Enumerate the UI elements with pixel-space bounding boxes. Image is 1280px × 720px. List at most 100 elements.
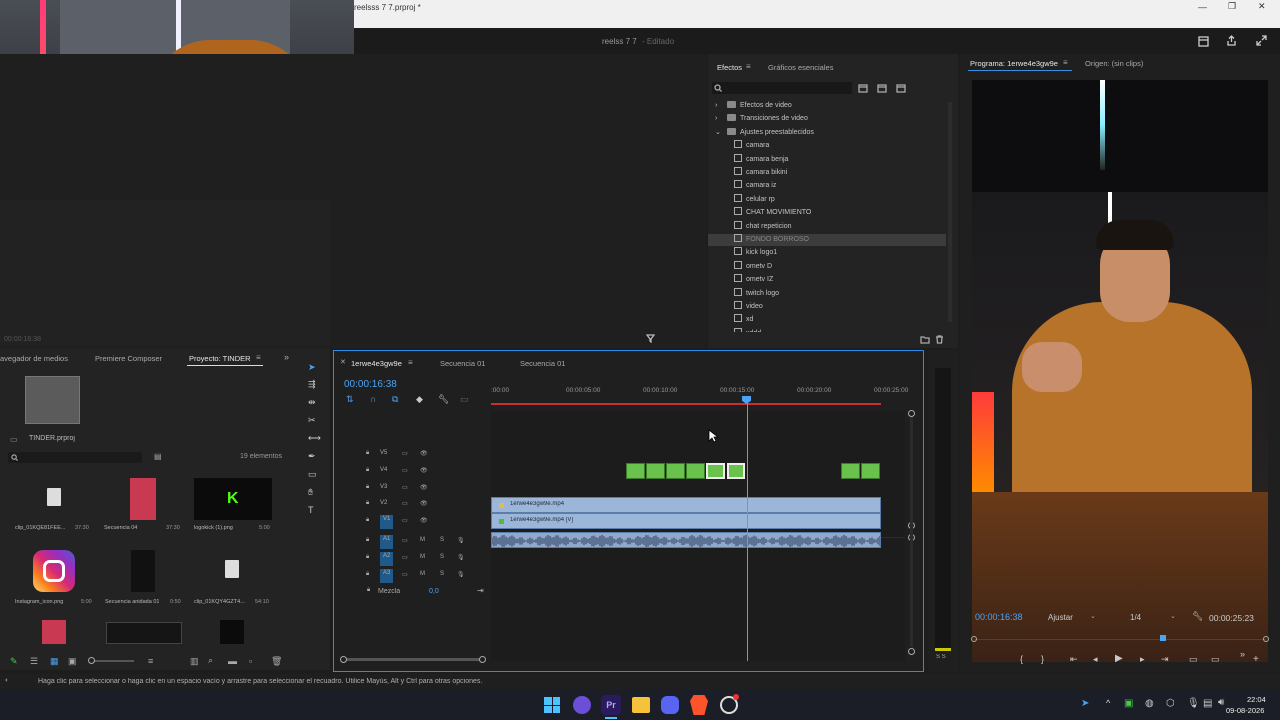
effects-preset[interactable]: video bbox=[708, 301, 946, 313]
eye-icon[interactable]: 👁︎ bbox=[420, 450, 428, 457]
microphone-icon[interactable]: 🎙︎ bbox=[457, 571, 465, 578]
new-bin-icon[interactable]: ▬ bbox=[228, 656, 237, 666]
graphic-clip[interactable] bbox=[666, 463, 685, 479]
trash-icon[interactable] bbox=[935, 335, 944, 344]
go-to-out-icon[interactable]: ⇥ bbox=[1161, 654, 1169, 665]
pen-tool-icon[interactable]: ✒ bbox=[308, 451, 316, 462]
eye-icon[interactable]: 👁︎ bbox=[420, 467, 428, 474]
sync-lock-icon[interactable]: ▭ bbox=[402, 484, 408, 491]
discord-icon[interactable] bbox=[661, 696, 679, 714]
scrubber-in-point[interactable] bbox=[971, 636, 977, 642]
share-icon[interactable] bbox=[1226, 35, 1237, 46]
add-button-icon[interactable]: + bbox=[1253, 654, 1259, 665]
track-target[interactable]: V1 bbox=[380, 515, 394, 530]
go-to-in-icon[interactable]: ⇤ bbox=[1070, 654, 1078, 665]
effects-preset[interactable]: chat repeticion bbox=[708, 220, 946, 233]
linked-selection-icon[interactable]: ⧉ bbox=[392, 394, 398, 405]
icon-view-icon[interactable]: ▦ bbox=[50, 656, 59, 667]
track-target[interactable]: V5 bbox=[380, 450, 387, 456]
sort-icon[interactable]: ≡ bbox=[148, 656, 153, 666]
clock-date[interactable]: 09-08-2026 bbox=[1226, 706, 1264, 715]
tab-sequence[interactable]: Secuencia 01 bbox=[440, 359, 485, 368]
project-item[interactable]: Secuencia anidada 01 0:50 bbox=[104, 548, 184, 608]
track-target[interactable]: V2 bbox=[380, 500, 387, 506]
clock-time[interactable]: 22:04 bbox=[1247, 695, 1266, 704]
lock-icon[interactable]: 🔒︎ bbox=[366, 500, 369, 507]
sync-lock-icon[interactable]: ▭ bbox=[402, 500, 408, 507]
lock-icon[interactable]: 🔒︎ bbox=[366, 467, 369, 474]
audio-meter-label[interactable]: S S bbox=[936, 654, 946, 660]
slip-tool-icon[interactable]: ⟷ bbox=[308, 433, 321, 444]
snap-icon[interactable]: ∩ bbox=[370, 394, 376, 404]
more-panels-icon[interactable]: » bbox=[284, 352, 289, 362]
menu-icon[interactable]: ≡ bbox=[746, 62, 751, 71]
selection-tool-icon[interactable]: ➤ bbox=[308, 362, 316, 373]
premiere-icon[interactable]: Pr bbox=[601, 695, 621, 715]
playhead-marker[interactable] bbox=[1160, 635, 1166, 641]
track-target[interactable]: A3 bbox=[380, 568, 394, 583]
effects-folder[interactable]: › Efectos de video bbox=[708, 100, 946, 112]
mark-in-icon[interactable]: { bbox=[1020, 654, 1023, 664]
nest-icon[interactable]: ⇅ bbox=[346, 394, 354, 405]
tab-sequence[interactable]: Secuencia 01 bbox=[520, 359, 565, 368]
tray-app-icon[interactable]: ➤ bbox=[1081, 698, 1089, 709]
effects-folder[interactable]: ⌄ Ajustes preestablecidos bbox=[708, 127, 946, 139]
effects-preset[interactable]: kick logo1 bbox=[708, 247, 946, 259]
track-output-icon[interactable]: ▭ bbox=[402, 537, 408, 544]
mix-end-icon[interactable]: ⇥ bbox=[477, 586, 484, 595]
tab-effects[interactable]: Efectos bbox=[717, 63, 742, 72]
more-icon[interactable]: » bbox=[1240, 649, 1245, 659]
sync-lock-icon[interactable]: ▭ bbox=[402, 467, 408, 474]
effects-preset[interactable]: celular rp bbox=[708, 193, 946, 206]
effects-preset[interactable]: camara bbox=[708, 140, 946, 152]
tab-essential-graphics[interactable]: Gráficos esenciales bbox=[768, 63, 833, 72]
solo-button[interactable]: S bbox=[440, 537, 444, 543]
hscroll-end[interactable] bbox=[479, 656, 486, 663]
fit-select[interactable]: Ajustar bbox=[1048, 613, 1073, 622]
track-target[interactable]: A1 bbox=[380, 535, 394, 549]
effects-preset[interactable]: ometv D bbox=[708, 260, 946, 273]
lock-icon[interactable]: 🔒︎ bbox=[366, 554, 369, 561]
chevron-icon[interactable]: › bbox=[715, 113, 727, 125]
chevron-up-icon[interactable]: ^ bbox=[1106, 698, 1110, 708]
chevron-down-icon[interactable]: ⌄ bbox=[1170, 612, 1176, 620]
mute-button[interactable]: M bbox=[420, 537, 425, 543]
close-button[interactable]: ✕ bbox=[1258, 1, 1266, 12]
accelerated-effects-icon[interactable] bbox=[858, 84, 868, 93]
zoom-slider-knob[interactable] bbox=[88, 657, 95, 664]
video-clip-v2[interactable]: 1erwe4e3gw9e.mp4 bbox=[491, 497, 881, 513]
tray-app-icon[interactable]: ⬡ bbox=[1166, 698, 1175, 709]
graphic-clip[interactable] bbox=[706, 463, 725, 479]
network-icon[interactable]: ▤ bbox=[1203, 698, 1212, 709]
tab-media-browser[interactable]: avegador de medios bbox=[0, 354, 68, 363]
timeline-hscroll[interactable] bbox=[343, 658, 483, 661]
tray-app-icon[interactable]: ◍ bbox=[1145, 698, 1154, 709]
lift-icon[interactable]: ▭ bbox=[1189, 654, 1198, 665]
project-item[interactable]: Secuencia 04 37:30 bbox=[104, 478, 184, 534]
effects-preset[interactable]: ometv IZ bbox=[708, 274, 946, 286]
video-clip-v1[interactable]: 1erwe4e3gw9e.mp4 [V] bbox=[491, 513, 881, 529]
project-item[interactable]: K logokick (1).png 5:00 bbox=[193, 478, 273, 534]
lock-icon[interactable]: 🔒︎ bbox=[366, 537, 369, 544]
solo-button[interactable]: S bbox=[440, 571, 444, 577]
automate-icon[interactable]: ▥ bbox=[190, 656, 199, 667]
zoom-slider[interactable] bbox=[88, 657, 134, 664]
brave-icon[interactable] bbox=[690, 695, 708, 715]
lock-icon[interactable]: 🔒︎ bbox=[366, 571, 369, 578]
graphic-clip[interactable] bbox=[861, 463, 880, 479]
play-icon[interactable]: ▶ bbox=[1115, 653, 1123, 664]
hscroll-start[interactable] bbox=[340, 656, 347, 663]
quality-select[interactable]: 1/4 bbox=[1130, 613, 1141, 622]
new-item-icon[interactable]: ▫ bbox=[249, 656, 252, 666]
effects-preset[interactable]: camara iz bbox=[708, 180, 946, 192]
type-tool-icon[interactable]: T bbox=[308, 505, 314, 515]
solo-button[interactable]: S bbox=[440, 554, 444, 560]
filter-icon[interactable] bbox=[646, 334, 655, 343]
tab-source[interactable]: Origen: (sin clips) bbox=[1085, 59, 1143, 68]
effects-preset[interactable]: twitch logo bbox=[708, 287, 946, 300]
razor-tool-icon[interactable]: ✂ bbox=[308, 415, 316, 426]
track-select-tool-icon[interactable]: ⇶ bbox=[308, 379, 316, 390]
tray-app-icon[interactable]: ▣ bbox=[1124, 698, 1133, 709]
eye-icon[interactable]: 👁︎ bbox=[420, 484, 428, 491]
project-item[interactable]: clip_01KQE81FEE... 37:30 bbox=[15, 478, 93, 534]
